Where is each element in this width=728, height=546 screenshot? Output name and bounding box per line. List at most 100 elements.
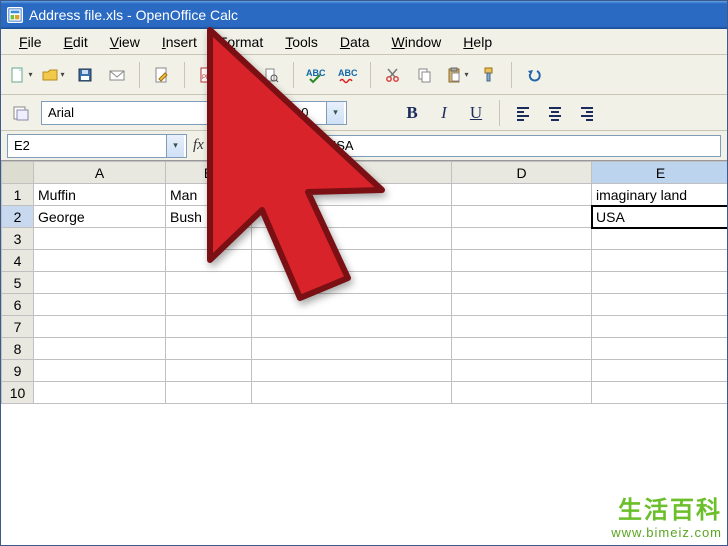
- save-button[interactable]: [71, 61, 99, 89]
- cell[interactable]: [34, 316, 166, 338]
- paste-button[interactable]: ▾: [443, 61, 471, 89]
- page-preview-button[interactable]: [257, 61, 285, 89]
- row-header[interactable]: 10: [2, 382, 34, 404]
- cut-button[interactable]: [379, 61, 407, 89]
- cell[interactable]: [252, 184, 452, 206]
- cell[interactable]: [252, 382, 452, 404]
- cell[interactable]: [252, 360, 452, 382]
- col-header-D[interactable]: D: [452, 162, 592, 184]
- cell[interactable]: [592, 360, 728, 382]
- cell[interactable]: [166, 338, 252, 360]
- col-header-C[interactable]: C: [252, 162, 452, 184]
- auto-spellcheck-button[interactable]: ABC: [334, 61, 362, 89]
- cell[interactable]: [34, 338, 166, 360]
- cell[interactable]: [452, 206, 592, 228]
- row-header[interactable]: 1: [2, 184, 34, 206]
- cell[interactable]: [34, 382, 166, 404]
- cell[interactable]: [592, 250, 728, 272]
- cell[interactable]: [166, 360, 252, 382]
- menu-window[interactable]: Window: [381, 31, 451, 53]
- align-right-button[interactable]: [574, 100, 600, 126]
- font-name-combo[interactable]: ▾: [41, 101, 281, 125]
- equals-icon[interactable]: =: [225, 137, 234, 154]
- menu-insert[interactable]: Insert: [152, 31, 207, 53]
- col-header-B[interactable]: B: [166, 162, 252, 184]
- cell[interactable]: [34, 294, 166, 316]
- spellcheck-button[interactable]: ABC: [302, 61, 330, 89]
- copy-button[interactable]: [411, 61, 439, 89]
- cell[interactable]: [252, 250, 452, 272]
- cell[interactable]: [166, 250, 252, 272]
- cell[interactable]: [592, 382, 728, 404]
- menu-edit[interactable]: Edit: [54, 31, 98, 53]
- bold-button[interactable]: B: [399, 100, 425, 126]
- font-size-input[interactable]: [288, 102, 326, 124]
- cell[interactable]: [452, 184, 592, 206]
- cell[interactable]: [452, 272, 592, 294]
- name-box[interactable]: ▾: [7, 134, 187, 158]
- cell[interactable]: [592, 272, 728, 294]
- cell[interactable]: [166, 272, 252, 294]
- cell[interactable]: [166, 294, 252, 316]
- cell[interactable]: [252, 206, 452, 228]
- cell[interactable]: George: [34, 206, 166, 228]
- align-left-button[interactable]: [510, 100, 536, 126]
- menu-help[interactable]: Help: [453, 31, 502, 53]
- spreadsheet-area[interactable]: A B C D E 1MuffinManimaginary land2Georg…: [1, 161, 727, 545]
- menu-format[interactable]: Format: [209, 31, 273, 53]
- align-center-button[interactable]: [542, 100, 568, 126]
- cell[interactable]: [592, 316, 728, 338]
- cell[interactable]: [34, 272, 166, 294]
- export-pdf-button[interactable]: PDF: [193, 61, 221, 89]
- menu-file[interactable]: File: [9, 31, 52, 53]
- cell[interactable]: [166, 228, 252, 250]
- cell[interactable]: USA: [592, 206, 728, 228]
- cell[interactable]: imaginary land: [592, 184, 728, 206]
- row-header[interactable]: 9: [2, 360, 34, 382]
- row-header[interactable]: 5: [2, 272, 34, 294]
- underline-button[interactable]: U: [463, 100, 489, 126]
- font-size-dropdown-button[interactable]: ▾: [326, 102, 344, 124]
- cell[interactable]: [592, 228, 728, 250]
- row-header[interactable]: 2: [2, 206, 34, 228]
- cell[interactable]: [34, 250, 166, 272]
- cell[interactable]: [452, 338, 592, 360]
- format-paintbrush-button[interactable]: [475, 61, 503, 89]
- italic-button[interactable]: I: [431, 100, 457, 126]
- new-doc-button[interactable]: ▾: [7, 61, 35, 89]
- cell[interactable]: [34, 228, 166, 250]
- cell[interactable]: Muffin: [34, 184, 166, 206]
- print-button[interactable]: [225, 61, 253, 89]
- cell[interactable]: [452, 360, 592, 382]
- cell[interactable]: [592, 338, 728, 360]
- cell[interactable]: [452, 316, 592, 338]
- cell[interactable]: [452, 382, 592, 404]
- name-box-input[interactable]: [8, 135, 166, 157]
- formula-input[interactable]: [320, 135, 721, 157]
- styles-button[interactable]: [7, 99, 35, 127]
- cell[interactable]: [252, 316, 452, 338]
- cell[interactable]: Bush: [166, 206, 252, 228]
- cell[interactable]: [452, 294, 592, 316]
- row-header[interactable]: 4: [2, 250, 34, 272]
- function-wizard-icon[interactable]: fx: [193, 137, 204, 154]
- edit-file-button[interactable]: [148, 61, 176, 89]
- cell[interactable]: [252, 228, 452, 250]
- font-size-combo[interactable]: ▾: [287, 101, 347, 125]
- cell[interactable]: [252, 338, 452, 360]
- open-button[interactable]: ▾: [39, 61, 67, 89]
- cell[interactable]: [592, 294, 728, 316]
- cell[interactable]: [34, 360, 166, 382]
- menu-data[interactable]: Data: [330, 31, 380, 53]
- menu-view[interactable]: View: [100, 31, 150, 53]
- row-header[interactable]: 8: [2, 338, 34, 360]
- row-header[interactable]: 3: [2, 228, 34, 250]
- col-header-A[interactable]: A: [34, 162, 166, 184]
- name-box-dropdown-button[interactable]: ▾: [166, 135, 184, 157]
- sum-icon[interactable]: Σ: [210, 137, 219, 154]
- undo-button[interactable]: [520, 61, 548, 89]
- cell[interactable]: Man: [166, 184, 252, 206]
- cell[interactable]: [166, 316, 252, 338]
- select-all-corner[interactable]: [2, 162, 34, 184]
- cell[interactable]: [452, 250, 592, 272]
